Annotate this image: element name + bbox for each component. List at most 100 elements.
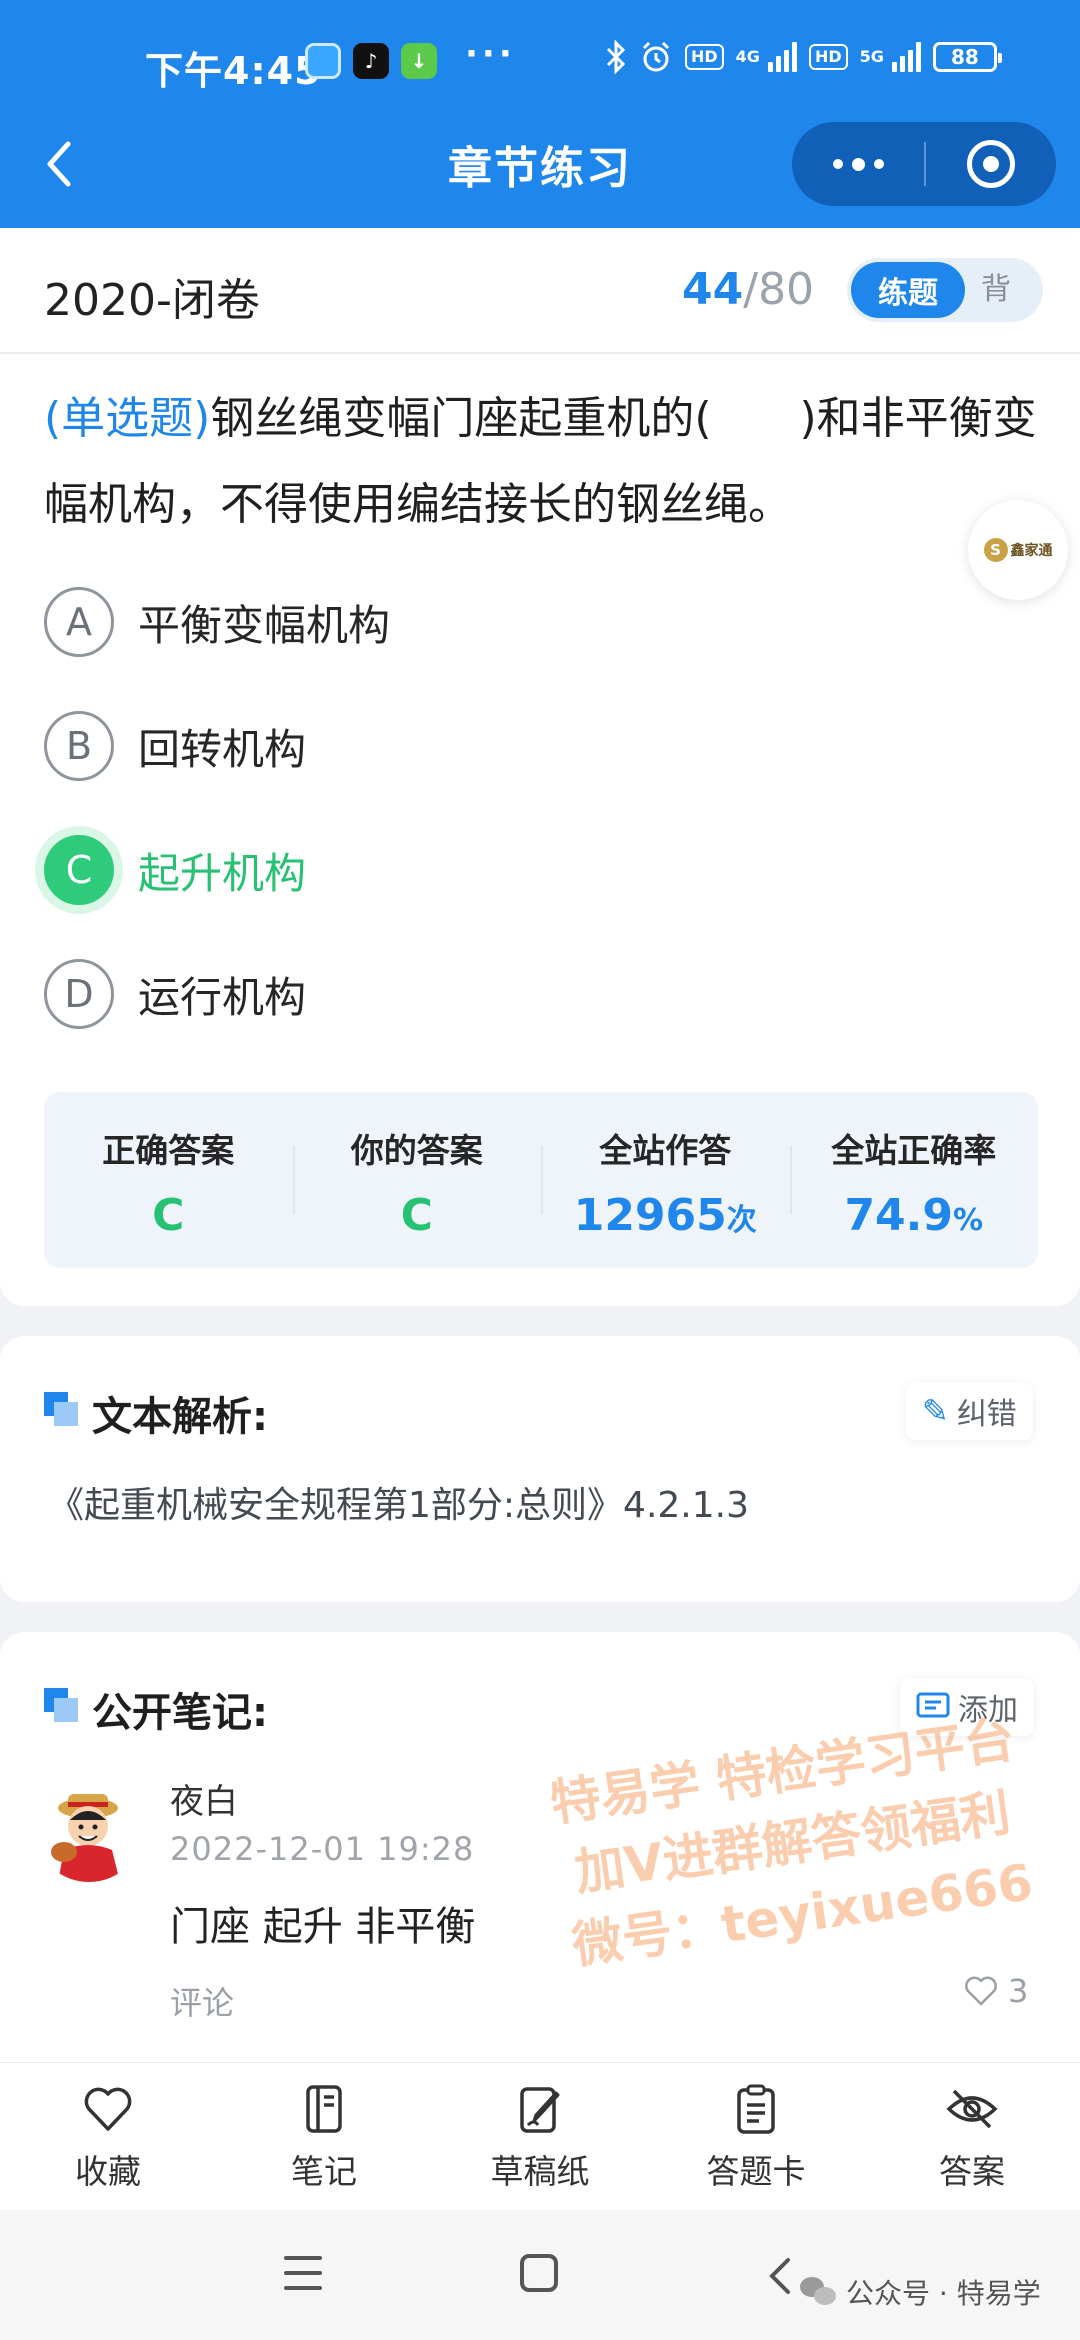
close-miniprogram-button[interactable] (926, 122, 1056, 206)
note-like-count: 3 (1008, 1972, 1029, 2010)
option-text: 运行机构 (138, 972, 307, 1022)
stat-label: 正确答案 (102, 1131, 235, 1170)
system-back-icon[interactable] (766, 2256, 796, 2296)
option-text: 平衡变幅机构 (138, 600, 391, 650)
question-type: (单选题) (44, 393, 211, 444)
option-d[interactable]: D 运行机构 (44, 958, 944, 1030)
stat-unit: % (953, 1203, 984, 1238)
wechat-account-mark: 公众号 · 特易学 (800, 2272, 1041, 2312)
stat-value: 74.9% (790, 1190, 1039, 1241)
status-right-icons: HD 4G HD 5G 88 (605, 40, 1002, 74)
stat-value: C (400, 1190, 433, 1241)
note-content: 门座 起升 非平衡 (170, 1904, 476, 1950)
question-card: 2020-闭卷 44/80 练题 背 (单选题)钢丝绳变幅门座起重机的( )和非… (0, 228, 1080, 1306)
heart-icon (84, 2087, 132, 2131)
edit-icon: ✎ (922, 1392, 949, 1430)
option-key: B (44, 711, 114, 781)
heart-icon (965, 1976, 997, 2006)
status-app-icons: ♪ ↓ (305, 43, 437, 79)
miniprogram-capsule (792, 122, 1056, 206)
report-error-button[interactable]: ✎ 纠错 (906, 1382, 1033, 1440)
stat-label: 你的答案 (350, 1131, 483, 1170)
notes-label: 笔记 (291, 2152, 357, 2191)
cartoon-avatar-icon (51, 1794, 120, 1882)
option-c[interactable]: C 起升机构 (44, 834, 944, 906)
stat-accuracy: 全站正确率 74.9% (789, 1092, 1039, 1268)
coin-logo-icon: S (983, 538, 1008, 562)
option-text: 回转机构 (138, 724, 307, 774)
section-square-icon (44, 1392, 78, 1426)
system-nav-bar: 公众号 · 特易学 (0, 2210, 1080, 2340)
status-bar: 下午4:45 ♪ ↓ ··· HD 4G HD 5G 88 (0, 0, 1080, 120)
bottom-toolbar: 收藏 笔记 草稿纸 答题卡 答案 (0, 2062, 1080, 2210)
option-key: C (44, 835, 114, 905)
answer-stats: 正确答案 C 你的答案 C 全站作答 12965次 全站正确率 74.9% (44, 1092, 1038, 1268)
exam-name: 2020-闭卷 (44, 275, 260, 326)
stat-your-answer: 你的答案 C (292, 1092, 542, 1268)
analysis-title: 文本解析: (92, 1394, 268, 1440)
option-text: 起升机构 (138, 848, 307, 898)
message-app-icon (305, 43, 341, 79)
option-b[interactable]: B 回转机构 (44, 710, 944, 782)
avatar[interactable] (34, 1772, 144, 1882)
stat-total-answers: 全站作答 12965次 (541, 1092, 790, 1268)
answer-sheet-button[interactable]: 答题卡 (648, 2063, 864, 2210)
note-author[interactable]: 夜白 (170, 1774, 238, 1823)
favorite-label: 收藏 (75, 2152, 141, 2191)
stat-number: 12965 (573, 1190, 727, 1241)
stat-correct-answer: 正确答案 C (44, 1092, 293, 1268)
mode-memorize-tab[interactable]: 背 (981, 258, 1011, 322)
report-error-label: 纠错 (956, 1397, 1017, 1432)
network-4g-label: 4G (735, 47, 760, 66)
question-stem: (单选题)钢丝绳变幅门座起重机的( )和非平衡变幅机构，不得使用编结接长的钢丝绳… (44, 376, 1044, 548)
analysis-text: 《起重机械安全规程第1部分:总则》4.2.1.3 (48, 1485, 749, 1526)
draft-paper-label: 草稿纸 (490, 2152, 590, 2191)
progress-separator: / (743, 264, 759, 315)
download-app-icon: ↓ (401, 43, 437, 79)
status-time: 下午4:45 (145, 49, 322, 93)
target-close-icon (967, 140, 1015, 188)
draft-paper-button[interactable]: 草稿纸 (432, 2063, 648, 2210)
more-menu-button[interactable] (792, 122, 924, 206)
stat-number: 74.9 (844, 1190, 953, 1241)
alarm-icon (642, 41, 670, 72)
status-more-icon: ··· (465, 34, 516, 74)
top-bar: 下午4:45 ♪ ↓ ··· HD 4G HD 5G 88 章节练习 (0, 0, 1080, 228)
bluetooth-icon (606, 40, 626, 74)
stat-label: 全站正确率 (831, 1131, 997, 1170)
draft-paper-icon (520, 2087, 560, 2133)
question-header: 2020-闭卷 44/80 练题 背 (0, 228, 1080, 354)
analysis-card: 文本解析: ✎ 纠错 《起重机械安全规程第1部分:总则》4.2.1.3 (0, 1336, 1080, 1602)
home-button[interactable] (520, 2254, 558, 2292)
stat-unit: 次 (726, 1203, 757, 1238)
notebook-icon (306, 2085, 342, 2133)
tiktok-app-icon: ♪ (353, 43, 389, 79)
current-question-number: 44 (682, 264, 744, 315)
battery-icon: 88 (932, 42, 1002, 72)
stat-label: 全站作答 (599, 1131, 732, 1170)
network-5g-label: 5G (859, 47, 884, 66)
show-answer-button[interactable]: 答案 (864, 2063, 1080, 2210)
signal-icon (767, 42, 797, 72)
question-progress[interactable]: 44/80 (682, 264, 814, 315)
notes-button[interactable]: 笔记 (216, 2063, 432, 2210)
floating-badge[interactable]: S 鑫家通 (968, 500, 1068, 600)
note-like-button[interactable]: 3 (964, 1972, 1028, 2010)
mode-toggle: 练题 背 (847, 258, 1043, 322)
hd-badge-2: HD (808, 44, 848, 70)
mode-practice-tab[interactable]: 练题 (851, 262, 965, 318)
recent-apps-button[interactable] (284, 2256, 322, 2290)
total-question-count: 80 (758, 264, 815, 315)
signal-icon-2 (891, 42, 921, 72)
wechat-icon (800, 2277, 838, 2307)
section-square-icon (44, 1688, 78, 1722)
option-key: D (44, 959, 114, 1029)
note-comment-link[interactable]: 评论 (170, 1978, 234, 2024)
wechat-account-label: 公众号 · 特易学 (846, 2277, 1041, 2310)
option-a[interactable]: A 平衡变幅机构 (44, 586, 944, 658)
favorite-button[interactable]: 收藏 (0, 2063, 216, 2210)
show-answer-label: 答案 (939, 2152, 1005, 2191)
stat-value: C (152, 1190, 185, 1241)
answer-sheet-label: 答题卡 (706, 2152, 806, 2191)
answer-sheet-icon (737, 2084, 775, 2134)
